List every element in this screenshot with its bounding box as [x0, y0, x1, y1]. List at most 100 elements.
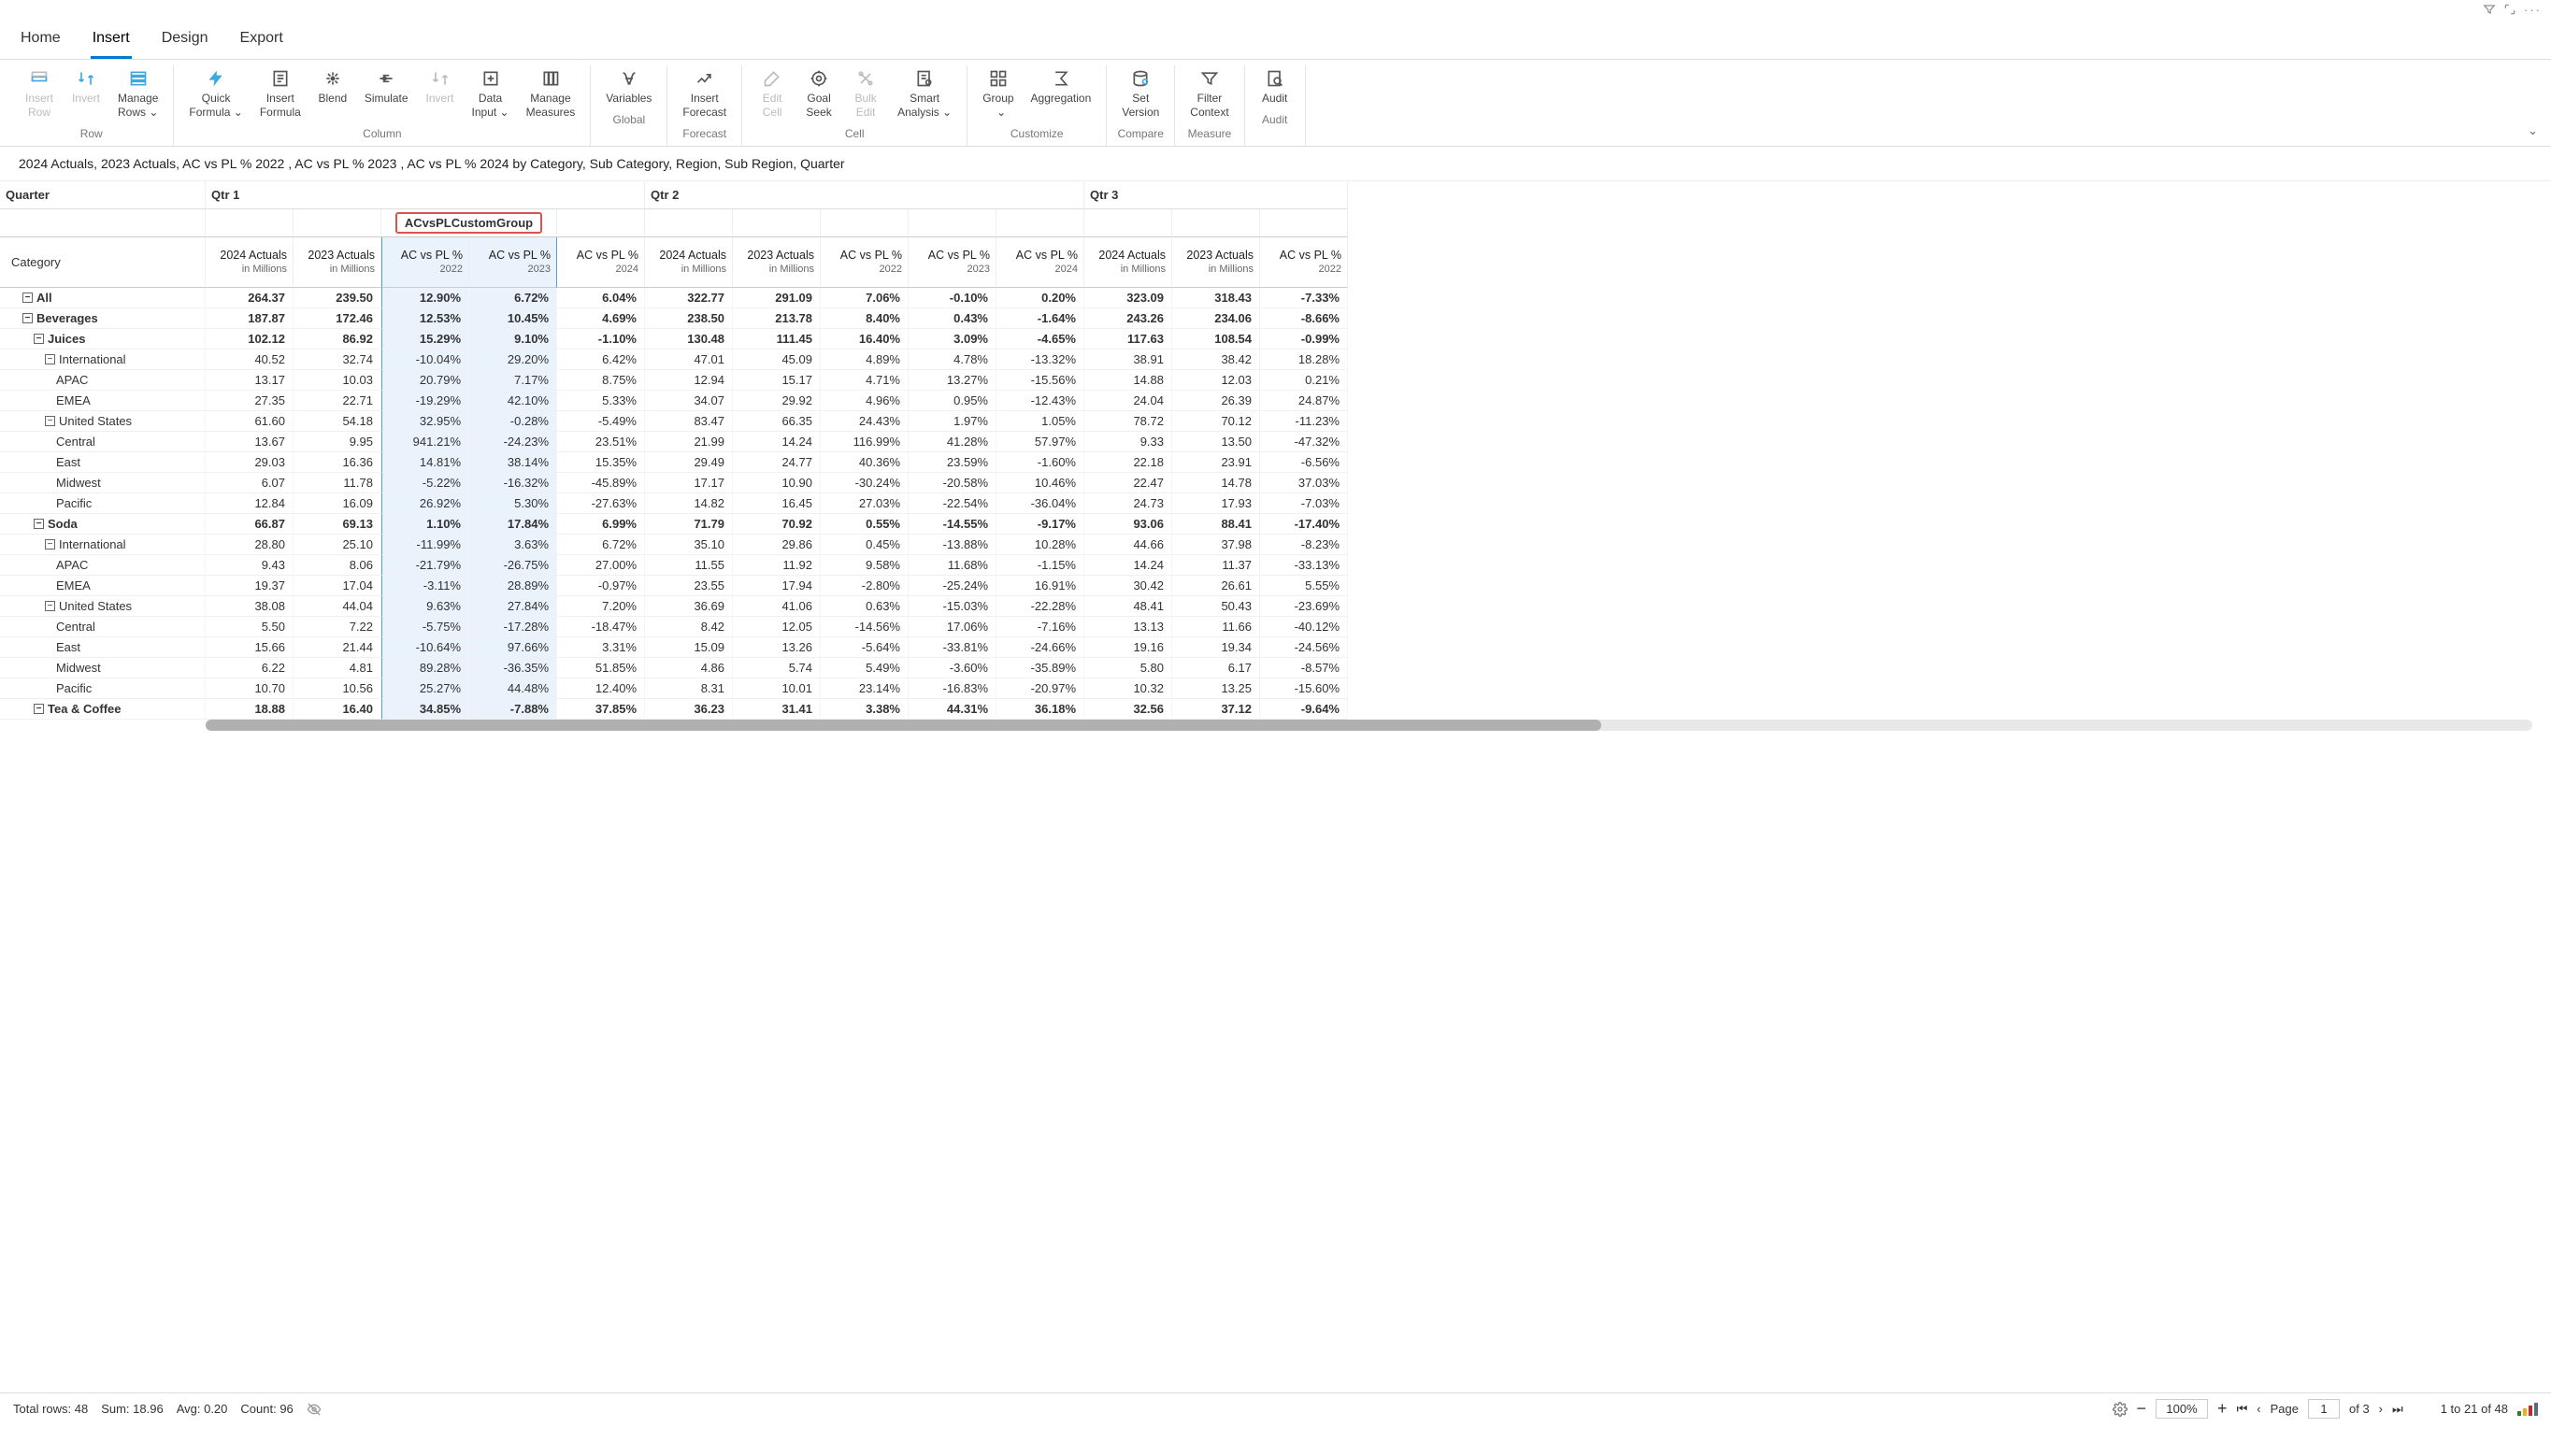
data-cell[interactable]: 291.09: [733, 288, 821, 308]
data-cell[interactable]: 7.17%: [469, 370, 557, 391]
data-cell[interactable]: 78.72: [1084, 411, 1172, 432]
tab-export[interactable]: Export: [238, 24, 285, 59]
expander-icon[interactable]: −: [34, 704, 44, 714]
ribbon-smart-analysis[interactable]: Smart Analysis ⌄: [890, 65, 959, 123]
data-cell[interactable]: 6.17: [1172, 658, 1260, 678]
row-label[interactable]: −Juices: [0, 329, 206, 350]
col-header-0[interactable]: 2024 Actualsin Millions: [206, 237, 294, 288]
qtr2-header[interactable]: Qtr 2: [645, 181, 1084, 209]
ribbon-insert-forecast[interactable]: Insert Forecast: [675, 65, 734, 123]
visibility-off-icon[interactable]: [307, 1402, 322, 1417]
data-cell[interactable]: 19.37: [206, 576, 294, 596]
data-cell[interactable]: 27.35: [206, 391, 294, 411]
data-cell[interactable]: -47.32%: [1260, 432, 1348, 452]
data-cell[interactable]: 130.48: [645, 329, 733, 350]
data-cell[interactable]: 29.49: [645, 452, 733, 473]
data-cell[interactable]: 28.80: [206, 535, 294, 555]
data-cell[interactable]: -19.29%: [381, 391, 469, 411]
data-cell[interactable]: -27.63%: [557, 493, 645, 514]
col-header-6[interactable]: 2023 Actualsin Millions: [733, 237, 821, 288]
data-cell[interactable]: 213.78: [733, 308, 821, 329]
data-cell[interactable]: 44.66: [1084, 535, 1172, 555]
data-cell[interactable]: 37.98: [1172, 535, 1260, 555]
expand-icon[interactable]: [2503, 3, 2516, 16]
data-cell[interactable]: 41.28%: [909, 432, 996, 452]
data-cell[interactable]: 28.89%: [469, 576, 557, 596]
data-cell[interactable]: 11.92: [733, 555, 821, 576]
data-cell[interactable]: 0.95%: [909, 391, 996, 411]
data-cell[interactable]: 17.06%: [909, 617, 996, 637]
data-cell[interactable]: 48.41: [1084, 596, 1172, 617]
custom-group-header[interactable]: ACvsPLCustomGroup: [381, 209, 557, 237]
data-cell[interactable]: 17.17: [645, 473, 733, 493]
expander-icon[interactable]: −: [34, 519, 44, 529]
data-cell[interactable]: 6.99%: [557, 514, 645, 535]
data-cell[interactable]: 13.50: [1172, 432, 1260, 452]
data-cell[interactable]: 239.50: [294, 288, 381, 308]
data-cell[interactable]: 5.74: [733, 658, 821, 678]
data-cell[interactable]: 22.18: [1084, 452, 1172, 473]
data-cell[interactable]: -7.88%: [469, 699, 557, 720]
data-cell[interactable]: 10.46%: [996, 473, 1084, 493]
col-header-9[interactable]: AC vs PL %2024: [996, 237, 1084, 288]
data-cell[interactable]: 14.24: [733, 432, 821, 452]
data-cell[interactable]: -0.28%: [469, 411, 557, 432]
data-cell[interactable]: 6.22: [206, 658, 294, 678]
data-cell[interactable]: 4.96%: [821, 391, 909, 411]
data-cell[interactable]: -26.75%: [469, 555, 557, 576]
data-cell[interactable]: 12.53%: [381, 308, 469, 329]
data-cell[interactable]: 29.20%: [469, 350, 557, 370]
ribbon-manage-measures[interactable]: Manage Measures: [519, 65, 583, 123]
data-cell[interactable]: 238.50: [645, 308, 733, 329]
col-header-11[interactable]: 2023 Actualsin Millions: [1172, 237, 1260, 288]
page-input[interactable]: 1: [2308, 1399, 2340, 1419]
data-cell[interactable]: 13.67: [206, 432, 294, 452]
data-cell[interactable]: 14.78: [1172, 473, 1260, 493]
data-cell[interactable]: 69.13: [294, 514, 381, 535]
row-label[interactable]: −United States: [0, 596, 206, 617]
data-cell[interactable]: -8.66%: [1260, 308, 1348, 329]
data-cell[interactable]: 15.29%: [381, 329, 469, 350]
data-cell[interactable]: 3.63%: [469, 535, 557, 555]
data-cell[interactable]: 172.46: [294, 308, 381, 329]
data-cell[interactable]: 1.10%: [381, 514, 469, 535]
row-label[interactable]: East: [0, 452, 206, 473]
col-header-7[interactable]: AC vs PL %2022: [821, 237, 909, 288]
data-cell[interactable]: 24.04: [1084, 391, 1172, 411]
data-cell[interactable]: 18.28%: [1260, 350, 1348, 370]
data-cell[interactable]: 0.43%: [909, 308, 996, 329]
data-cell[interactable]: 3.09%: [909, 329, 996, 350]
data-cell[interactable]: -23.69%: [1260, 596, 1348, 617]
data-cell[interactable]: 10.56: [294, 678, 381, 699]
ribbon-aggregation[interactable]: Aggregation: [1024, 65, 1099, 123]
data-cell[interactable]: 25.27%: [381, 678, 469, 699]
data-cell[interactable]: -15.56%: [996, 370, 1084, 391]
data-cell[interactable]: 7.20%: [557, 596, 645, 617]
data-cell[interactable]: 9.33: [1084, 432, 1172, 452]
data-cell[interactable]: 51.85%: [557, 658, 645, 678]
data-cell[interactable]: 12.94: [645, 370, 733, 391]
ribbon-simulate[interactable]: Simulate: [357, 65, 416, 123]
data-cell[interactable]: 111.45: [733, 329, 821, 350]
data-cell[interactable]: 36.69: [645, 596, 733, 617]
data-cell[interactable]: 54.18: [294, 411, 381, 432]
data-cell[interactable]: 88.41: [1172, 514, 1260, 535]
row-label[interactable]: −International: [0, 535, 206, 555]
data-cell[interactable]: 8.06: [294, 555, 381, 576]
data-cell[interactable]: 26.39: [1172, 391, 1260, 411]
data-cell[interactable]: 10.45%: [469, 308, 557, 329]
data-cell[interactable]: 38.42: [1172, 350, 1260, 370]
data-cell[interactable]: 1.05%: [996, 411, 1084, 432]
data-cell[interactable]: -24.23%: [469, 432, 557, 452]
data-cell[interactable]: 14.82: [645, 493, 733, 514]
data-cell[interactable]: 70.92: [733, 514, 821, 535]
row-label[interactable]: −Soda: [0, 514, 206, 535]
ribbon-set-version[interactable]: Set Version: [1114, 65, 1167, 123]
data-cell[interactable]: 15.17: [733, 370, 821, 391]
data-cell[interactable]: 35.10: [645, 535, 733, 555]
data-cell[interactable]: 102.12: [206, 329, 294, 350]
data-cell[interactable]: -5.75%: [381, 617, 469, 637]
zoom-in-button[interactable]: +: [2217, 1399, 2228, 1419]
data-cell[interactable]: -8.23%: [1260, 535, 1348, 555]
data-cell[interactable]: 23.51%: [557, 432, 645, 452]
